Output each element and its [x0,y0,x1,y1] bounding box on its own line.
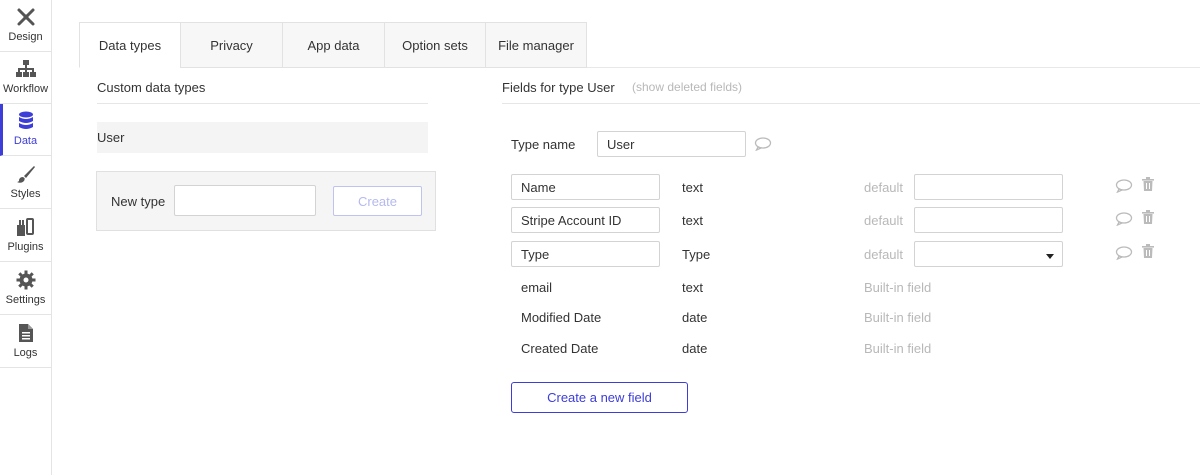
type-name-label: Type name [511,137,576,152]
rail-label-logs: Logs [13,347,38,359]
custom-data-types-title: Custom data types [97,80,206,95]
custom-data-types-divider [97,103,428,104]
tab-file-manager[interactable]: File manager [485,22,587,68]
comment-icon[interactable] [754,136,772,152]
field-default-select[interactable] [914,241,1063,267]
comment-icon[interactable] [1115,179,1133,193]
builtin-field-name: Created Date [521,341,599,356]
field-name-input[interactable] [511,241,660,267]
data-type-item-user[interactable]: User [97,122,428,153]
trash-icon[interactable] [1141,209,1155,225]
tab-bar-divider [587,67,1200,68]
chevron-down-icon [1046,254,1054,259]
field-name-input[interactable] [511,174,660,200]
document-icon [0,321,51,345]
plug-icon [0,215,51,239]
rail-label-data: Data [13,135,38,147]
rail-item-design[interactable]: Design [0,0,51,52]
comment-icon[interactable] [1115,246,1133,260]
gear-icon [0,268,51,292]
field-default-label: default [864,247,904,262]
fields-divider [502,103,1200,104]
builtin-field-name: Modified Date [521,310,602,325]
field-default-input[interactable] [914,174,1063,200]
builtin-field-type: text [682,280,703,295]
brush-icon [0,162,51,186]
rail-item-workflow[interactable]: Workflow [0,52,51,104]
trash-icon[interactable] [1141,243,1155,259]
trash-icon[interactable] [1141,176,1155,192]
design-icon [0,5,51,29]
builtin-field-note: Built-in field [864,310,932,325]
rail-item-logs[interactable]: Logs [0,316,51,368]
database-icon [0,109,51,133]
fields-title: Fields for type User [502,80,615,95]
new-type-label: New type [111,194,166,209]
show-deleted-fields-link[interactable]: (show deleted fields) [632,80,742,94]
field-type: Type [682,247,711,262]
left-rail: Design Workflow Data Styles Plugins Sett… [0,0,52,475]
field-type: text [682,213,703,228]
workflow-icon [0,57,51,81]
rail-item-plugins[interactable]: Plugins [0,210,51,262]
create-new-field-button[interactable]: Create a new field [511,382,688,413]
field-default-input[interactable] [914,207,1063,233]
rail-label-styles: Styles [10,188,41,200]
tab-bar: Data types Privacy App data Option sets … [79,22,587,68]
tab-data-types[interactable]: Data types [79,22,180,68]
rail-item-data[interactable]: Data [0,104,51,156]
rail-label-workflow: Workflow [2,83,49,95]
builtin-field-name: email [521,280,553,295]
create-type-button[interactable]: Create [333,186,422,216]
tab-app-data[interactable]: App data [282,22,384,68]
builtin-field-type: date [682,341,708,356]
builtin-field-type: date [682,310,708,325]
rail-label-plugins: Plugins [7,241,44,253]
rail-label-settings: Settings [5,294,46,306]
comment-icon[interactable] [1115,212,1133,226]
field-type: text [682,180,703,195]
type-name-input[interactable] [597,131,746,157]
field-default-label: default [864,180,904,195]
new-type-input[interactable] [174,185,316,216]
builtin-field-note: Built-in field [864,341,932,356]
field-name-input[interactable] [511,207,660,233]
builtin-field-note: Built-in field [864,280,932,295]
tab-option-sets[interactable]: Option sets [384,22,485,68]
tab-privacy[interactable]: Privacy [180,22,282,68]
rail-item-styles[interactable]: Styles [0,157,51,209]
field-default-label: default [864,213,904,228]
rail-label-design: Design [8,31,43,43]
rail-item-settings[interactable]: Settings [0,263,51,315]
